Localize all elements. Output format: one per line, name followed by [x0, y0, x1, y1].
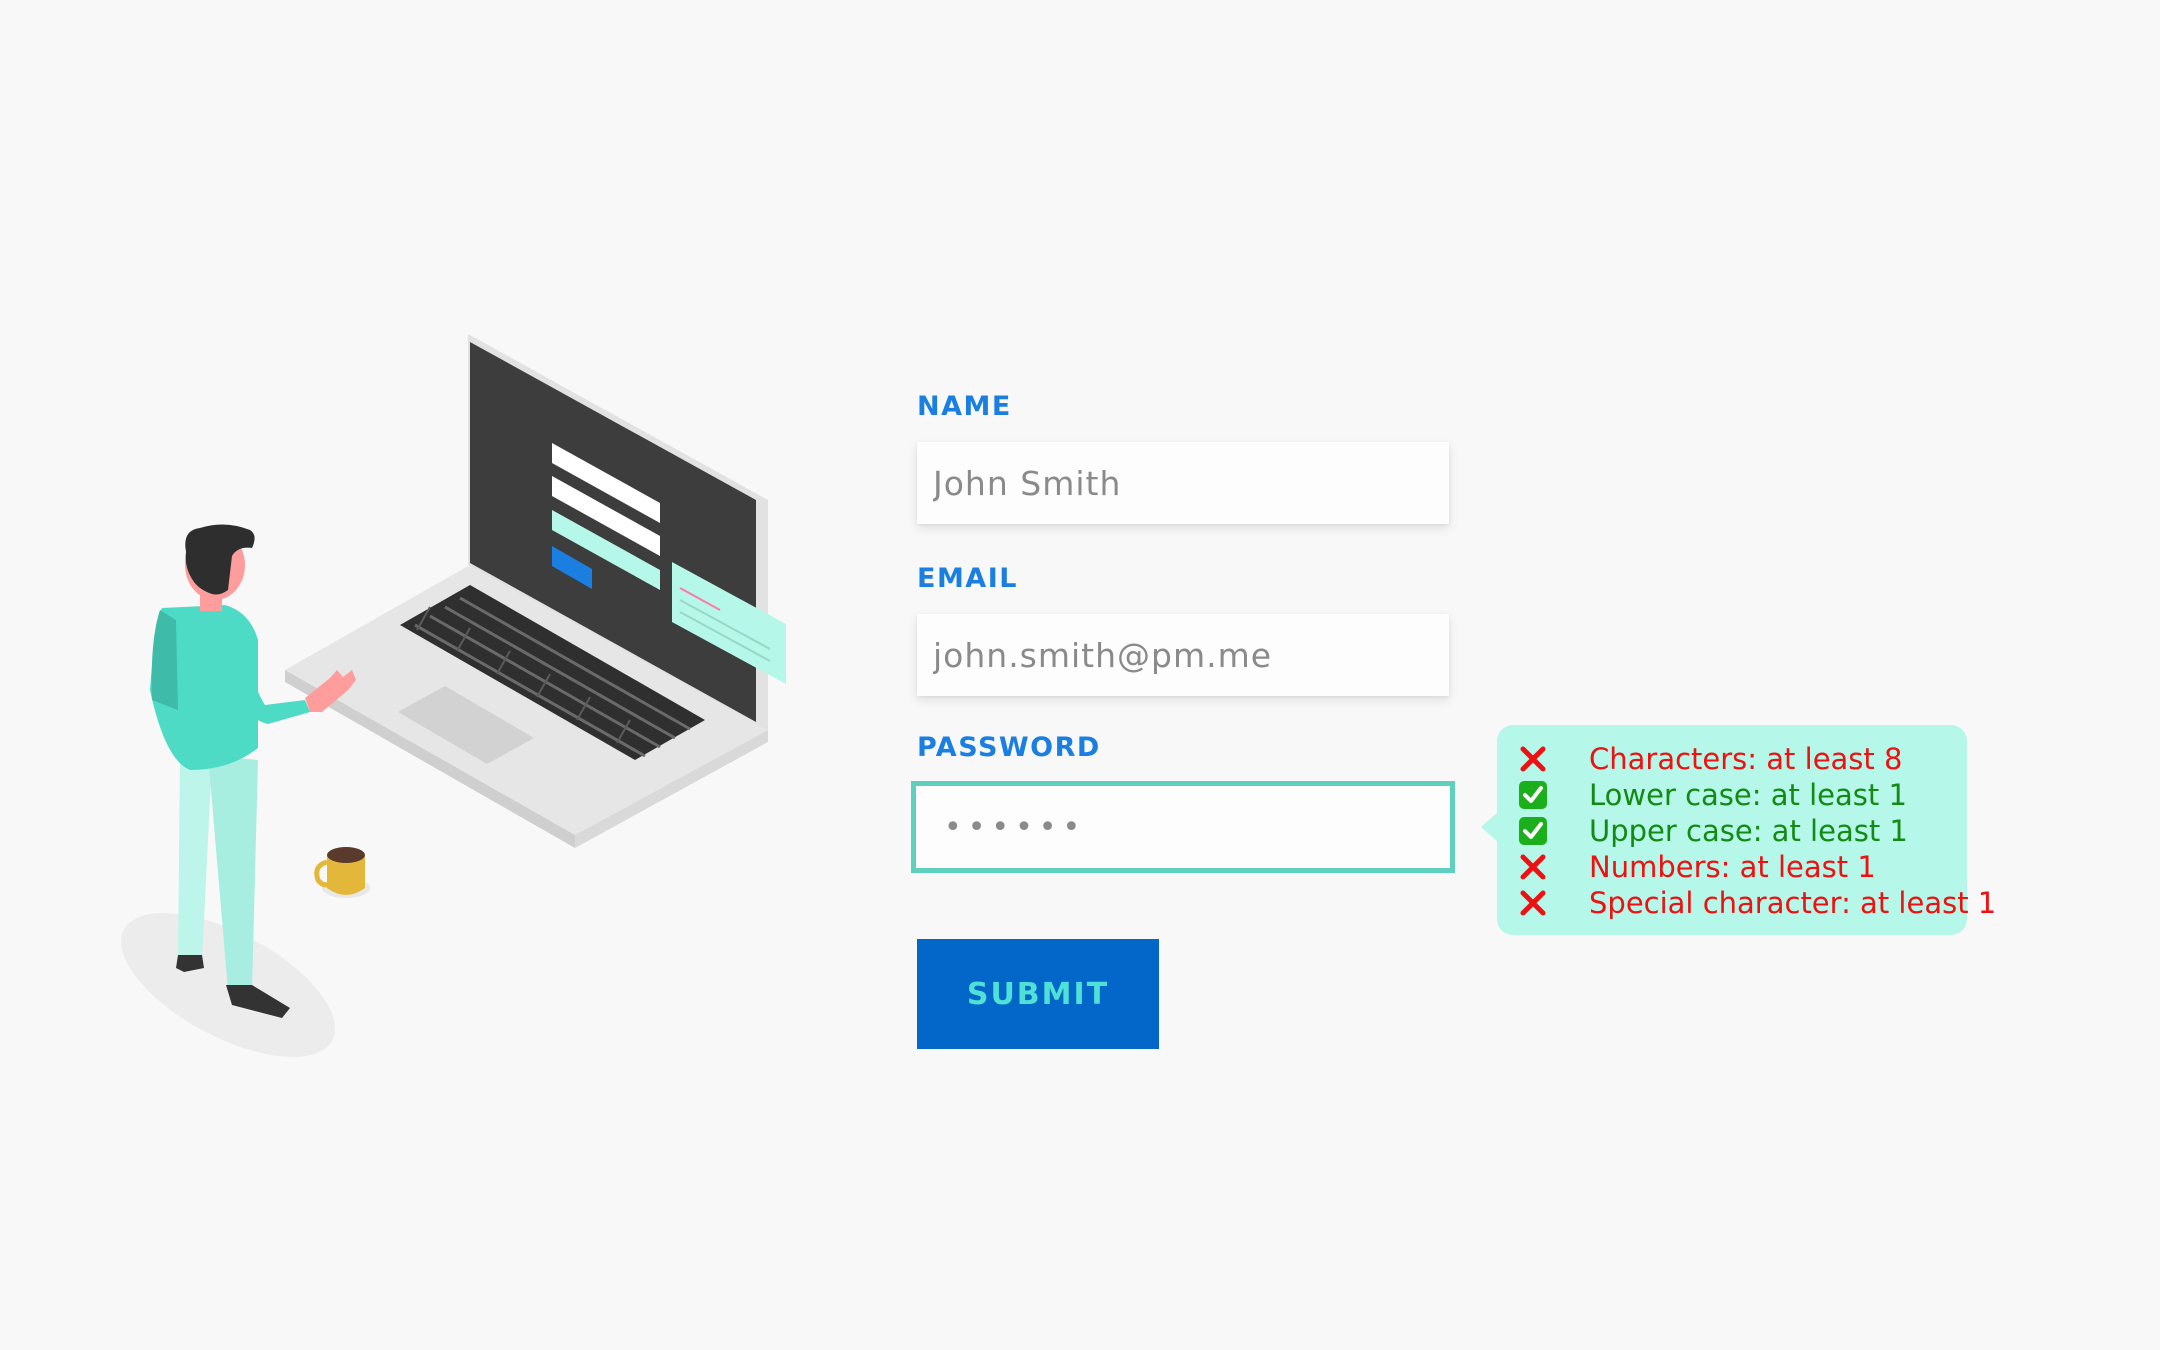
tooltip-arrow: [1481, 813, 1497, 841]
name-label: NAME: [917, 391, 1012, 422]
password-rules-tooltip: Characters: at least 8 Lower case: at le…: [1481, 725, 1996, 935]
email-input[interactable]: [917, 614, 1449, 696]
password-rule-text: Numbers: at least 1: [1589, 850, 1876, 884]
submit-button[interactable]: SUBMIT: [917, 939, 1159, 1049]
cross-icon: [1517, 887, 1549, 919]
password-rule-text: Lower case: at least 1: [1589, 778, 1907, 812]
password-label: PASSWORD: [917, 732, 1101, 763]
password-rule: Upper case: at least 1: [1517, 813, 1967, 849]
coffee-mug-icon: [314, 847, 370, 898]
password-rule: Special character: at least 1: [1517, 885, 1996, 921]
check-icon: [1517, 779, 1549, 811]
signup-illustration: [120, 334, 786, 1057]
password-rule-text: Characters: at least 8: [1589, 742, 1903, 776]
password-rule-text: Special character: at least 1: [1589, 886, 1997, 920]
check-icon: [1517, 815, 1549, 847]
cross-icon: [1517, 743, 1549, 775]
password-input[interactable]: ••••••: [911, 781, 1455, 873]
password-rule: Characters: at least 8: [1517, 741, 1967, 777]
cross-icon: [1517, 851, 1549, 883]
person-figure: [150, 524, 356, 1018]
password-rule-text: Upper case: at least 1: [1589, 814, 1908, 848]
password-masked-value: ••••••: [944, 809, 1087, 845]
laptop: [285, 334, 786, 848]
email-label: EMAIL: [917, 563, 1018, 594]
password-rule: Lower case: at least 1: [1517, 777, 1967, 813]
password-rule: Numbers: at least 1: [1517, 849, 1967, 885]
name-input[interactable]: [917, 442, 1449, 524]
